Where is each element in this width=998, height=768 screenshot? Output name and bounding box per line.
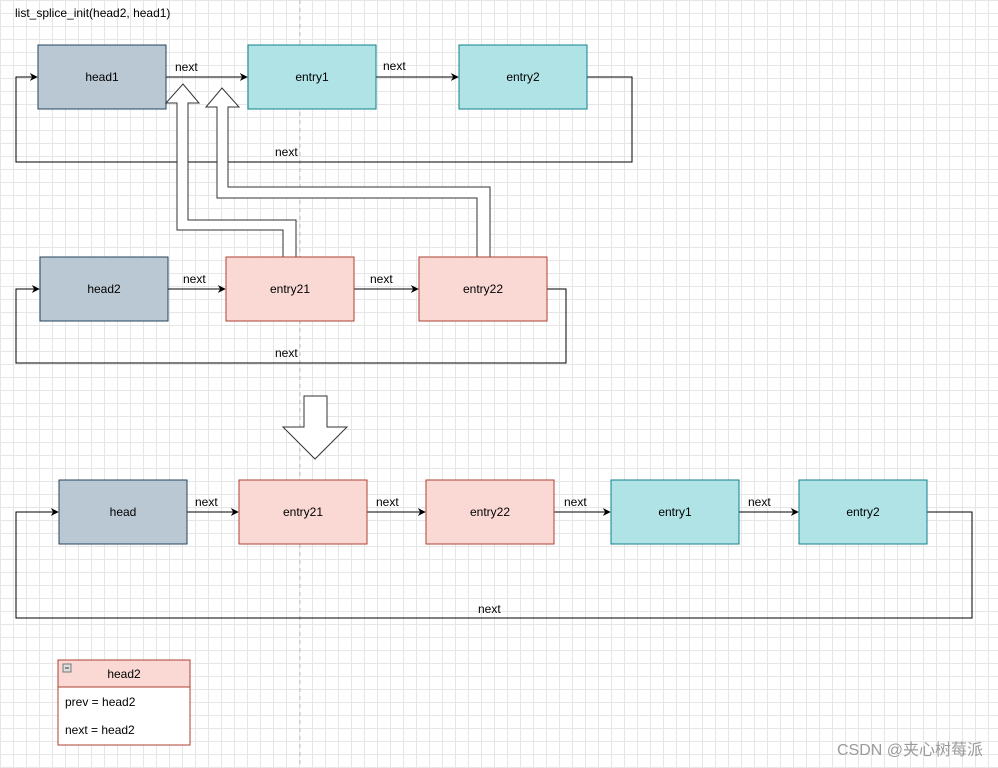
edge-label: next xyxy=(175,60,198,74)
node-label: entry22 xyxy=(463,282,503,296)
head2-table[interactable]: head2 prev = head2 next = head2 xyxy=(57,659,191,746)
node-label: entry22 xyxy=(470,505,510,519)
splice-arrow-entry22 xyxy=(204,87,491,257)
diagram-canvas: list_splice_init(head2, head1) next next… xyxy=(0,0,998,768)
table-title: head2 xyxy=(107,667,141,681)
minus-square-icon[interactable] xyxy=(62,663,72,673)
node-label: head xyxy=(110,505,137,519)
diagram-title: list_splice_init(head2, head1) xyxy=(15,6,170,20)
node-label: entry1 xyxy=(295,70,329,84)
list1: next next next head1 entry1 entry2 xyxy=(15,44,633,163)
node-label: entry1 xyxy=(658,505,692,519)
diagram: list_splice_init(head2, head1) next next… xyxy=(15,0,983,768)
table-row: prev = head2 xyxy=(65,695,136,709)
edge-label: next xyxy=(183,272,206,286)
node-label: entry2 xyxy=(846,505,880,519)
node-label: entry2 xyxy=(506,70,540,84)
edge-label: next xyxy=(275,145,298,159)
edge-label: next xyxy=(195,495,218,509)
node-label: entry21 xyxy=(283,505,323,519)
splice-arrow-entry21 xyxy=(164,83,297,257)
edge-label: next xyxy=(564,495,587,509)
node-label: entry21 xyxy=(270,282,310,296)
watermark: CSDN @夹心树莓派 xyxy=(837,741,983,759)
node-label: head2 xyxy=(87,282,121,296)
down-arrow-icon xyxy=(281,395,349,460)
node-label: head1 xyxy=(85,70,119,84)
edge-label: next xyxy=(275,346,298,360)
edge-label: next xyxy=(383,59,406,73)
table-row: next = head2 xyxy=(65,723,135,737)
edge-label: next xyxy=(376,495,399,509)
list2: next next next head2 entry21 entry22 xyxy=(15,256,567,364)
edge-label: next xyxy=(748,495,771,509)
result-list: next next next next next head entry21 en… xyxy=(15,479,973,619)
edge-label: next xyxy=(478,602,501,616)
edge-label: next xyxy=(370,272,393,286)
